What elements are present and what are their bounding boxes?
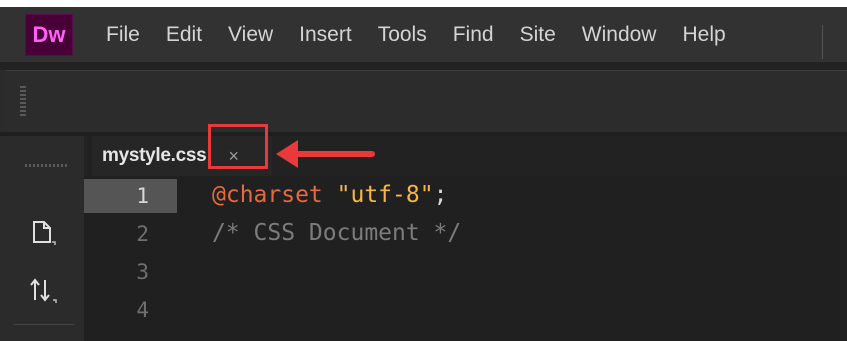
line-number: 2 bbox=[136, 222, 149, 246]
menu-view[interactable]: View bbox=[215, 7, 286, 62]
punctuation-token: ; bbox=[433, 182, 448, 208]
menu-tools[interactable]: Tools bbox=[365, 7, 440, 62]
divider bbox=[0, 62, 847, 70]
code-line-2: /* CSS Document */ bbox=[212, 220, 461, 246]
annotation-arrow-shaft bbox=[295, 151, 375, 157]
menu-edit[interactable]: Edit bbox=[153, 7, 215, 62]
code-line-1: @charset "utf-8"; bbox=[212, 182, 447, 208]
menu-window[interactable]: Window bbox=[569, 7, 670, 62]
menu-bar: Dw File Edit View Insert Tools Find Site… bbox=[0, 7, 847, 62]
top-edge bbox=[0, 0, 847, 7]
menu-find[interactable]: Find bbox=[440, 7, 507, 62]
menu-items: File Edit View Insert Tools Find Site Wi… bbox=[93, 7, 739, 62]
menu-site[interactable]: Site bbox=[507, 7, 569, 62]
document-tab-bar: mystyle.css × bbox=[84, 136, 847, 176]
tab-filename: mystyle.css bbox=[102, 145, 207, 166]
menu-help[interactable]: Help bbox=[669, 7, 738, 62]
string-token: "utf-8" bbox=[336, 182, 434, 208]
line-number: 4 bbox=[136, 298, 149, 322]
line-number: 1 bbox=[136, 184, 149, 208]
left-toolbar bbox=[0, 136, 84, 341]
dreamweaver-logo: Dw bbox=[25, 13, 73, 56]
toolbar-grip-handle[interactable] bbox=[20, 86, 26, 116]
menu-divider bbox=[822, 25, 823, 59]
line-number-gutter: 1 2 3 4 bbox=[84, 176, 177, 341]
dreamweaver-window: Dw File Edit View Insert Tools Find Site… bbox=[0, 0, 847, 341]
panel-grip-handle[interactable] bbox=[25, 164, 69, 167]
menu-file[interactable]: File bbox=[93, 7, 153, 62]
menu-insert[interactable]: Insert bbox=[286, 7, 365, 62]
toolbar bbox=[6, 70, 847, 133]
close-button-highlight-box bbox=[208, 124, 268, 169]
code-editor[interactable]: 1 2 3 4 @charset "utf-8"; /* CSS Documen… bbox=[84, 176, 847, 341]
sort-icon[interactable] bbox=[28, 276, 58, 309]
at-rule-token: @charset bbox=[212, 182, 323, 208]
comment-token: /* CSS Document */ bbox=[212, 220, 462, 246]
new-file-icon[interactable] bbox=[30, 220, 56, 251]
line-number: 3 bbox=[136, 260, 149, 284]
panel-divider bbox=[14, 324, 74, 325]
